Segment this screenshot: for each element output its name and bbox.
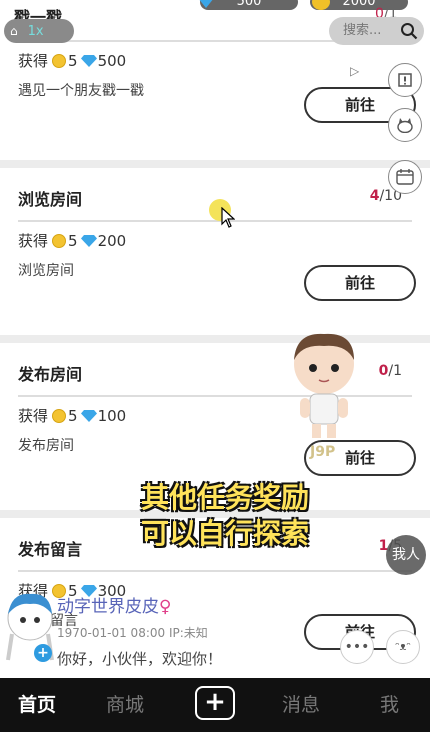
- task-reward: 获得 5 500: [18, 51, 127, 71]
- add-button[interactable]: +: [195, 686, 235, 720]
- watermark: J9P: [310, 444, 336, 460]
- gem-icon: [80, 54, 97, 67]
- commenter-name: 动字世界皮皮♀: [57, 597, 172, 617]
- task-title: 浏览房间: [18, 190, 83, 209]
- alert-icon: [398, 73, 412, 87]
- top-overlay: 500 2000 戳一戳 0/1 ⌂ 1x 搜索...: [0, 0, 430, 46]
- caption-line: 其他任务奖励: [140, 481, 309, 514]
- emoji-bubble-icon[interactable]: ᵔᴥᵔ: [386, 630, 420, 664]
- gem-icon: [199, 0, 213, 8]
- pet-button[interactable]: [388, 108, 422, 142]
- task-reward: 获得 5 100: [18, 406, 127, 426]
- coin-icon: [52, 53, 67, 68]
- search-icon: [401, 23, 418, 40]
- task-description: 发布房间: [18, 438, 74, 454]
- task-progress: 0/1: [378, 363, 402, 379]
- female-icon: ♀: [159, 597, 172, 617]
- nav-home[interactable]: 首页: [18, 690, 56, 717]
- cursor-icon: [221, 207, 235, 228]
- nav-shop[interactable]: 商城: [106, 690, 144, 717]
- play-icon[interactable]: ▷: [350, 64, 359, 78]
- coin-icon: [52, 408, 67, 423]
- gems-balance: 500: [200, 0, 298, 10]
- home-button[interactable]: ⌂ 1x: [4, 19, 74, 43]
- coin-icon: [52, 233, 67, 248]
- search-input[interactable]: 搜索...: [329, 17, 424, 45]
- go-button[interactable]: 前往: [304, 265, 416, 301]
- search-placeholder: 搜索...: [343, 23, 382, 38]
- task-description: 遇见一个朋友戳一戳: [18, 83, 144, 99]
- task-title: 发布留言: [18, 540, 83, 559]
- divider: [18, 220, 412, 222]
- task-reward: 获得 5 200: [18, 231, 127, 251]
- nav-me[interactable]: 我: [380, 690, 399, 717]
- more-bubble-icon[interactable]: •••: [340, 630, 374, 664]
- caption-line: 可以自行探索: [140, 517, 309, 550]
- calendar-icon: [396, 169, 414, 185]
- video-caption: 其他任务奖励 可以自行探索: [120, 480, 330, 552]
- task-card-browse-rooms: 浏览房间 4/10 获得 5 200 浏览房间 前往: [0, 168, 430, 335]
- divider: [18, 570, 412, 572]
- report-button[interactable]: [388, 63, 422, 97]
- gem-icon: [80, 234, 97, 247]
- task-description: 浏览房间: [18, 263, 74, 279]
- cat-icon: [397, 118, 413, 133]
- follow-plus-icon[interactable]: +: [34, 644, 52, 662]
- me-float-button[interactable]: 我人: [386, 535, 426, 575]
- bottom-nav: 首页 商城 + 消息 我: [0, 678, 430, 732]
- calendar-button[interactable]: [388, 160, 422, 194]
- comment-text: 你好，小伙伴，欢迎你！: [57, 650, 223, 668]
- avatar-sticker: [294, 333, 354, 438]
- home-icon: ⌂: [10, 24, 18, 38]
- nav-messages[interactable]: 消息: [282, 690, 320, 717]
- task-title: 发布房间: [18, 365, 83, 384]
- comment-meta: 1970-01-01 08:00 IP:未知: [57, 626, 208, 640]
- gem-icon: [80, 409, 97, 422]
- speed-label: 1x: [27, 24, 44, 39]
